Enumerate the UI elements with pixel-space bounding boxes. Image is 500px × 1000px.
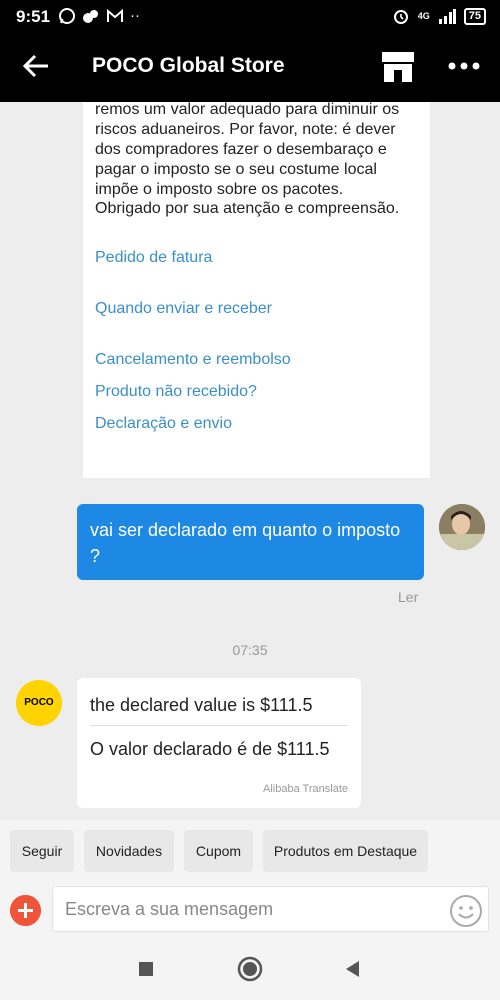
- link-cancelamento-e-reembolso[interactable]: Cancelamento e reembolso: [95, 351, 291, 369]
- link-quando-enviar-e-receber[interactable]: Quando enviar e receber: [95, 300, 272, 318]
- link-pedido-de-fatura[interactable]: Pedido de fatura: [95, 249, 212, 267]
- app-notification-icon: [83, 10, 98, 23]
- user-photo: [439, 504, 485, 550]
- translated-message-text: O valor declarado é de $111.5: [90, 739, 330, 759]
- more-notifications-icon: ··: [130, 7, 140, 24]
- alarm-icon: [393, 10, 408, 24]
- message-input[interactable]: [52, 886, 489, 932]
- back-nav-icon[interactable]: [338, 954, 368, 984]
- notice-card: remos um valor adequado para diminuir os…: [83, 102, 430, 478]
- link-produto-nao-recebido[interactable]: Produto não recebido?: [95, 383, 257, 401]
- message-read-status: Ler: [398, 589, 419, 605]
- store-message-bubble[interactable]: the declared value is $111.5 O valor dec…: [77, 678, 361, 808]
- back-arrow-icon[interactable]: [22, 52, 50, 80]
- chat-area[interactable]: remos um valor adequado para diminuir os…: [0, 102, 500, 820]
- notification-icons: ··: [58, 7, 140, 25]
- store-icon[interactable]: [380, 50, 416, 84]
- quick-reply-cupom[interactable]: Cupom: [184, 830, 253, 872]
- original-message-text: the declared value is $111.5: [90, 695, 313, 715]
- add-attachment-icon[interactable]: [10, 895, 41, 926]
- whatsapp-icon: [59, 8, 75, 24]
- system-icons: 4G 75: [392, 7, 486, 25]
- translation-provider: Alibaba Translate: [263, 783, 348, 795]
- status-time: 9:51: [16, 7, 51, 26]
- quick-reply-novidades[interactable]: Novidades: [84, 830, 174, 872]
- more-options-icon[interactable]: [446, 52, 482, 80]
- time-separator: 07:35: [232, 642, 268, 658]
- gmail-icon: [107, 8, 123, 22]
- message-composer: [0, 884, 500, 938]
- recent-apps-icon[interactable]: [131, 954, 161, 984]
- home-icon[interactable]: [235, 954, 265, 984]
- signal-icon: [438, 9, 456, 24]
- app-bar: POCO Global Store: [0, 34, 500, 102]
- user-avatar[interactable]: [439, 504, 485, 550]
- store-avatar[interactable]: POCO: [16, 680, 62, 726]
- notice-thanks: Obrigado por sua atenção e compreensão.: [95, 200, 400, 217]
- status-bar: 9:51 ·· 4G 75: [0, 0, 500, 34]
- system-navigation-bar: [0, 938, 500, 1000]
- battery-indicator: 75: [463, 7, 486, 25]
- quick-reply-produtos-em-destaque[interactable]: Produtos em Destaque: [263, 830, 428, 872]
- notice-paragraph: remos um valor adequado para diminuir os…: [95, 102, 400, 198]
- quick-replies-bar: Seguir Novidades Cupom Produtos em Desta…: [0, 820, 500, 884]
- page-title: POCO Global Store: [92, 54, 285, 77]
- emoji-icon[interactable]: [449, 894, 483, 928]
- link-declaracao-e-envio[interactable]: Declaração e envio: [95, 415, 232, 433]
- user-message-bubble[interactable]: vai ser declarado em quanto o imposto ?: [77, 504, 424, 580]
- network-type: 4G: [417, 11, 430, 21]
- quick-reply-seguir[interactable]: Seguir: [10, 830, 74, 872]
- translation-divider: [90, 725, 348, 726]
